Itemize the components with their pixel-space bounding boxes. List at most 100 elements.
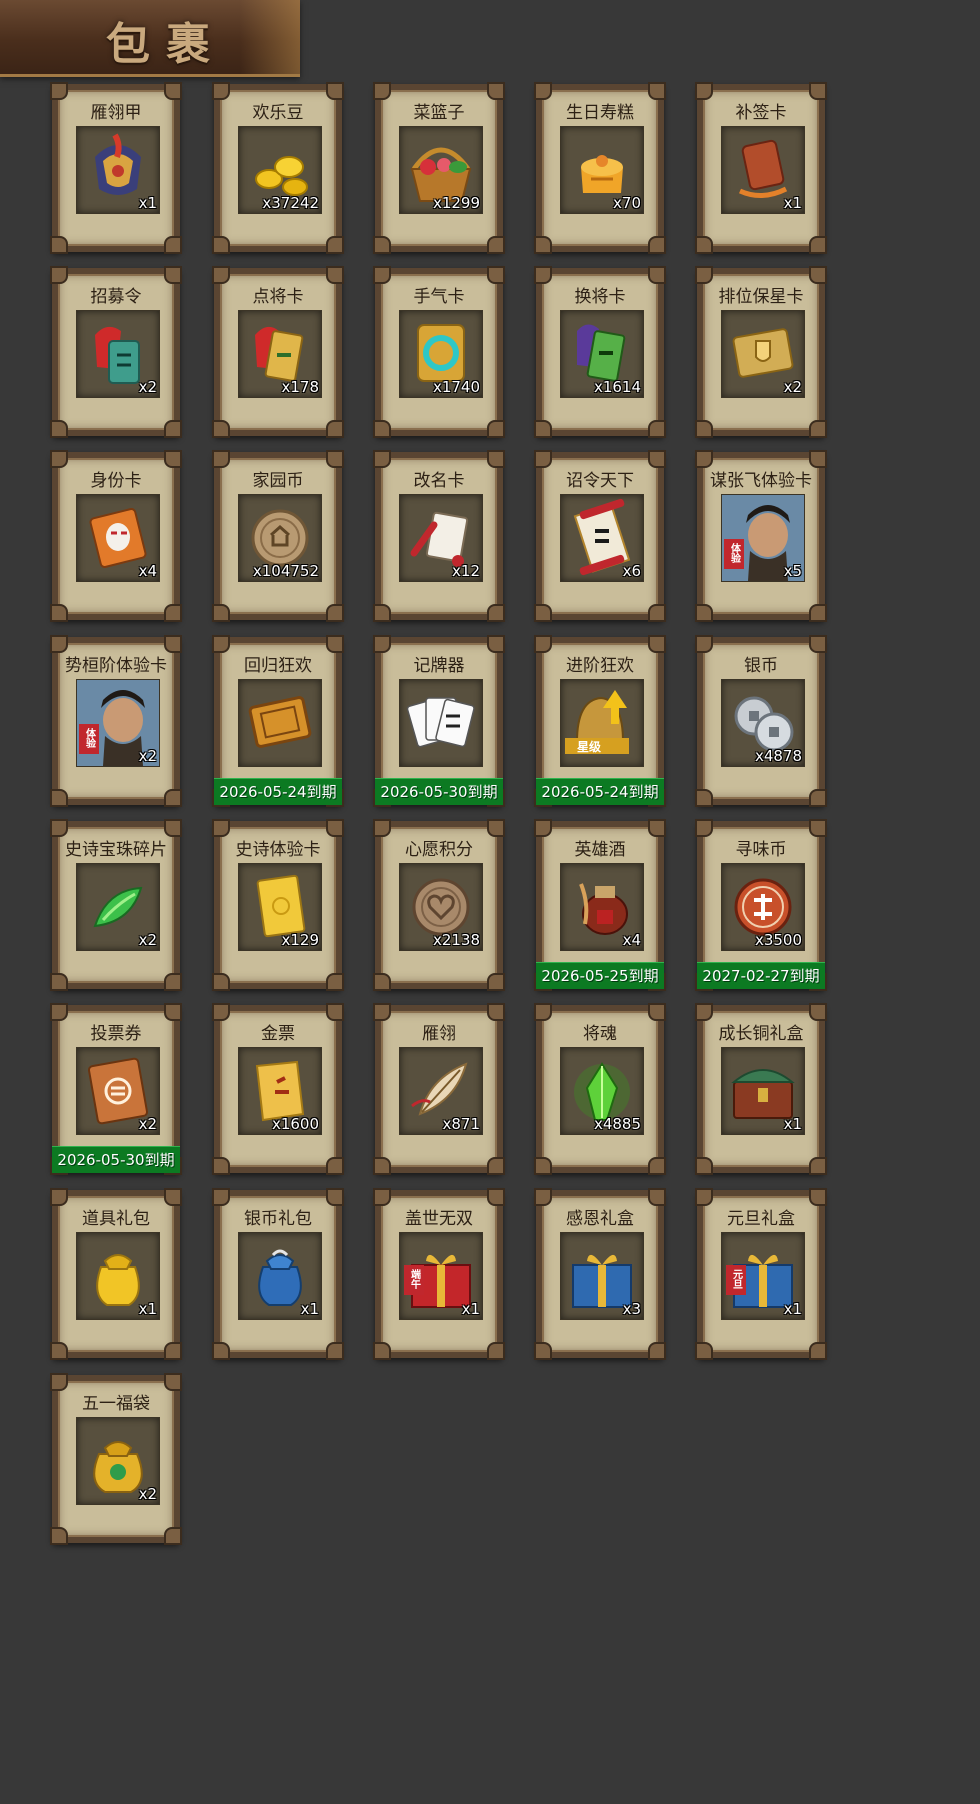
frame-corner [326,1342,344,1360]
item-card[interactable]: 投票券 x2 2026-05-30到期 [50,1003,182,1175]
item-card[interactable]: 心愿积分 x2138 [373,819,505,991]
item-slot [399,679,483,767]
item-card[interactable]: 成长铜礼盒 x1 [695,1003,827,1175]
frame-corner [695,236,713,254]
frame-corner [326,604,344,622]
item-card[interactable]: 进阶狂欢 星级 2026-05-24到期 [534,635,666,807]
frame-corner [326,973,344,991]
item-slot: x1 [721,126,805,214]
frame-corner [212,973,230,991]
item-card[interactable]: 回归狂欢 2026-05-24到期 [212,635,344,807]
item-name: 英雄酒 [574,840,626,860]
item-card[interactable]: 金票 x1600 [212,1003,344,1175]
frame-corner [212,420,230,438]
item-count: x178 [281,378,319,396]
item-count: x4 [138,562,157,580]
item-count: x3500 [754,931,802,949]
item-card[interactable]: 银币 x4878 [695,635,827,807]
item-card[interactable]: 将魂 x4885 [534,1003,666,1175]
frame-corner [164,789,182,807]
item-card[interactable]: 改名卡 x12 [373,450,505,622]
item-card[interactable]: 史诗体验卡 x129 [212,819,344,991]
item-slot: x2 [76,1047,160,1135]
frame-corner [534,604,552,622]
item-name: 成长铜礼盒 [718,1024,804,1044]
item-count: x12 [452,562,480,580]
frame-corner [164,1527,182,1545]
frame-corner [50,973,68,991]
item-card[interactable]: 寻味币 x3500 2027-02-27到期 [695,819,827,991]
item-count: x5 [783,562,802,580]
item-slot: x4 [560,863,644,951]
item-card[interactable]: 身份卡 x4 [50,450,182,622]
frame-corner [695,1342,713,1360]
item-card[interactable]: 补签卡 x1 [695,82,827,254]
item-name: 将魂 [583,1024,617,1044]
item-card[interactable]: 感恩礼盒 x3 [534,1188,666,1360]
item-card[interactable]: 英雄酒 x4 2026-05-25到期 [534,819,666,991]
frame-corner [164,236,182,254]
item-name: 招募令 [90,287,142,307]
frame-corner [373,1157,391,1175]
item-name: 心愿积分 [405,840,473,860]
frame-corner [50,420,68,438]
item-card[interactable]: 欢乐豆 x37242 [212,82,344,254]
item-slot: x1 [238,1232,322,1320]
item-card[interactable]: 招募令 x2 [50,266,182,438]
item-slot [238,679,322,767]
item-count: x2138 [432,931,480,949]
item-name: 身份卡 [90,471,142,491]
frame-corner [695,1157,713,1175]
frame-corner [534,1342,552,1360]
item-card[interactable]: 菜篮子 x1299 [373,82,505,254]
item-count: x1 [783,194,802,212]
item-card[interactable]: 谋张飞体验卡 体验 x5 [695,450,827,622]
item-card[interactable]: 记牌器 2026-05-30到期 [373,635,505,807]
item-badge: 体验 [724,539,744,569]
star-upgrade-icon: 星级 [565,690,629,754]
frame-corner [212,1157,230,1175]
item-card[interactable]: 势桓阶体验卡 体验 x2 [50,635,182,807]
frame-corner [809,420,827,438]
item-card[interactable]: 五一福袋 x2 [50,1373,182,1545]
item-name: 欢乐豆 [252,103,304,123]
item-card[interactable]: 家园币 x104752 [212,450,344,622]
expiry-banner: 2027-02-27到期 [697,962,825,989]
item-count: x1 [300,1300,319,1318]
item-name: 雁翎 [422,1024,456,1044]
item-slot: x2 [76,310,160,398]
item-slot: x4878 [721,679,805,767]
inventory-page: 包裹 雁翎甲 x1 欢乐豆 x37242 菜篮子 x1299 生日寿糕 x70 补签卡 x1 招募令… [0,0,980,1804]
frame-corner [809,789,827,807]
item-slot: x1 [721,1047,805,1135]
item-badge: 体验 [79,724,99,754]
item-card[interactable]: 生日寿糕 x70 [534,82,666,254]
item-count: x1 [783,1115,802,1133]
item-card[interactable]: 道具礼包 x1 [50,1188,182,1360]
item-count: x1 [138,1300,157,1318]
item-card[interactable]: 元旦礼盒 元旦 x1 [695,1188,827,1360]
item-count: x871 [442,1115,480,1133]
item-card[interactable]: 换将卡 x1614 [534,266,666,438]
frame-corner [50,604,68,622]
item-card[interactable]: 诏令天下 x6 [534,450,666,622]
item-card[interactable]: 雁翎 x871 [373,1003,505,1175]
frame-corner [809,604,827,622]
item-card[interactable]: 银币礼包 x1 [212,1188,344,1360]
item-card[interactable]: 盖世无双 端午 x1 [373,1188,505,1360]
item-slot: 星级 [560,679,644,767]
item-card[interactable]: 史诗宝珠碎片 x2 [50,819,182,991]
item-card[interactable]: 排位保星卡 x2 [695,266,827,438]
item-name: 家园币 [252,471,304,491]
item-badge-text: 体验 [729,542,741,564]
item-slot: x6 [560,494,644,582]
item-card[interactable]: 雁翎甲 x1 [50,82,182,254]
item-slot: x129 [238,863,322,951]
item-name: 改名卡 [413,471,465,491]
item-count: x2 [138,1485,157,1503]
item-slot: x4 [76,494,160,582]
item-grid: 雁翎甲 x1 欢乐豆 x37242 菜篮子 x1299 生日寿糕 x70 补签卡 x1 招募令 x2 点… [0,0,980,1804]
item-card[interactable]: 点将卡 x178 [212,266,344,438]
item-card[interactable]: 手气卡 x1740 [373,266,505,438]
item-name: 势桓阶体验卡 [65,656,167,676]
